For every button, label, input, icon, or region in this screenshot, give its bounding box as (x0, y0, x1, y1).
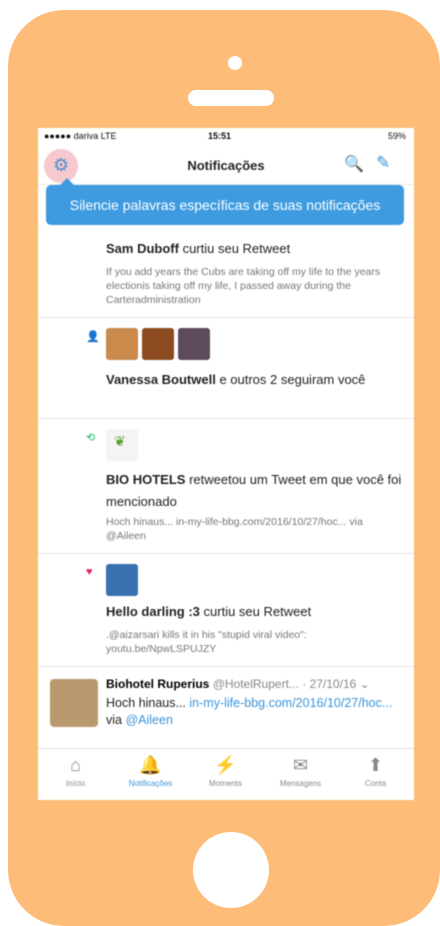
tweet-link[interactable]: in-my-life-bbg.com/2016/10/27/hoc... (189, 696, 392, 710)
nav-bar: ⚙ Notificações 🔍 ✎ (38, 144, 414, 185)
home-button[interactable] (193, 832, 269, 908)
follow-icon: 👤 (86, 331, 100, 343)
lightning-icon: ⚡ (214, 755, 237, 775)
notification-item[interactable]: ♥ Hello darling :3 curtiu seu Retweet .@… (38, 554, 414, 667)
notification-text: Sam Duboff curtiu seu Retweet (106, 241, 291, 256)
tweet-header: Biohotel Ruperius @HotelRupert... · 27/1… (106, 677, 406, 691)
envelope-icon: ✉ (292, 755, 309, 775)
tab-home[interactable]: ⌂ Início (38, 749, 113, 800)
tab-moments[interactable]: ⚡ Moments (188, 749, 263, 800)
tweet-item[interactable]: Biohotel Ruperius @HotelRupert... · 27/1… (38, 667, 414, 751)
chevron-down-icon[interactable]: ⌄ (360, 677, 370, 691)
tab-messages[interactable]: ✉ Mensagens (263, 749, 338, 800)
tweet-text: Hoch hinaus... in-my-life-bbg.com/2016/1… (106, 696, 393, 727)
status-bar: ●●●●● dariva LTE 15:51 59% (38, 128, 414, 144)
notification-item[interactable]: Sam Duboff curtiu seu Retweet If you add… (38, 225, 414, 318)
tab-bar: ⌂ Início 🔔 Notificações ⚡ Moments ✉ Mens… (38, 748, 414, 800)
notification-text: Hello darling :3 curtiu seu Retweet (106, 604, 312, 619)
notification-quote: .@aizarsari kills it in his "stupid vira… (106, 629, 307, 655)
tab-account[interactable]: ⬆ Conta (338, 749, 413, 800)
tweet-handle: @HotelRupert... (212, 677, 299, 691)
carrier-label: ●●●●● dariva LTE (44, 131, 117, 141)
avatar[interactable] (50, 679, 98, 727)
app-screen: ●●●●● dariva LTE 15:51 59% ⚙ Notificaçõe… (38, 128, 414, 800)
tab-notifications[interactable]: 🔔 Notificações (113, 749, 188, 800)
avatar[interactable] (178, 328, 210, 360)
camera-dot (228, 56, 242, 70)
notification-text: Vanessa Boutwell e outros 2 seguiram voc… (106, 372, 366, 387)
mute-words-tooltip[interactable]: Silencie palavras específicas de suas no… (46, 178, 404, 225)
avatar[interactable] (106, 564, 138, 596)
leaf-logo-icon: ❦ (114, 433, 126, 449)
retweet-icon: ⟲ (86, 432, 96, 444)
notification-item[interactable]: ⟲ ❦ BIO HOTELS retweetou um Tweet em que… (38, 419, 414, 554)
avatar[interactable]: ❦ (106, 429, 138, 461)
notification-text: BIO HOTELS retweetou um Tweet em que voc… (106, 472, 402, 509)
notification-quote: Hoch hinaus... in-my-life-bbg.com/2016/1… (106, 516, 363, 542)
speaker-grille (188, 90, 274, 106)
avatar[interactable] (106, 328, 138, 360)
compose-icon[interactable]: ✎ (376, 153, 390, 173)
avatar[interactable] (142, 328, 174, 360)
battery-label: 59% (387, 131, 406, 141)
clock: 15:51 (208, 131, 232, 141)
heart-icon: ♥ (86, 566, 93, 578)
notification-item[interactable]: 👤 Vanessa Boutwell e outros 2 seguiram v… (38, 318, 414, 419)
person-icon: ⬆ (367, 755, 384, 775)
tweet-date: · 27/10/16 (302, 677, 357, 691)
tweet-mention[interactable]: @Aileen (125, 713, 172, 727)
tweet-author[interactable]: Biohotel Ruperius (106, 677, 209, 691)
search-icon[interactable]: 🔍 (344, 154, 364, 174)
home-icon: ⌂ (70, 755, 81, 775)
notifications-feed: Sam Duboff curtiu seu Retweet If you add… (38, 225, 414, 751)
notification-quote: If you add years the Cubs are taking off… (106, 266, 381, 306)
bell-icon: 🔔 (139, 755, 162, 775)
